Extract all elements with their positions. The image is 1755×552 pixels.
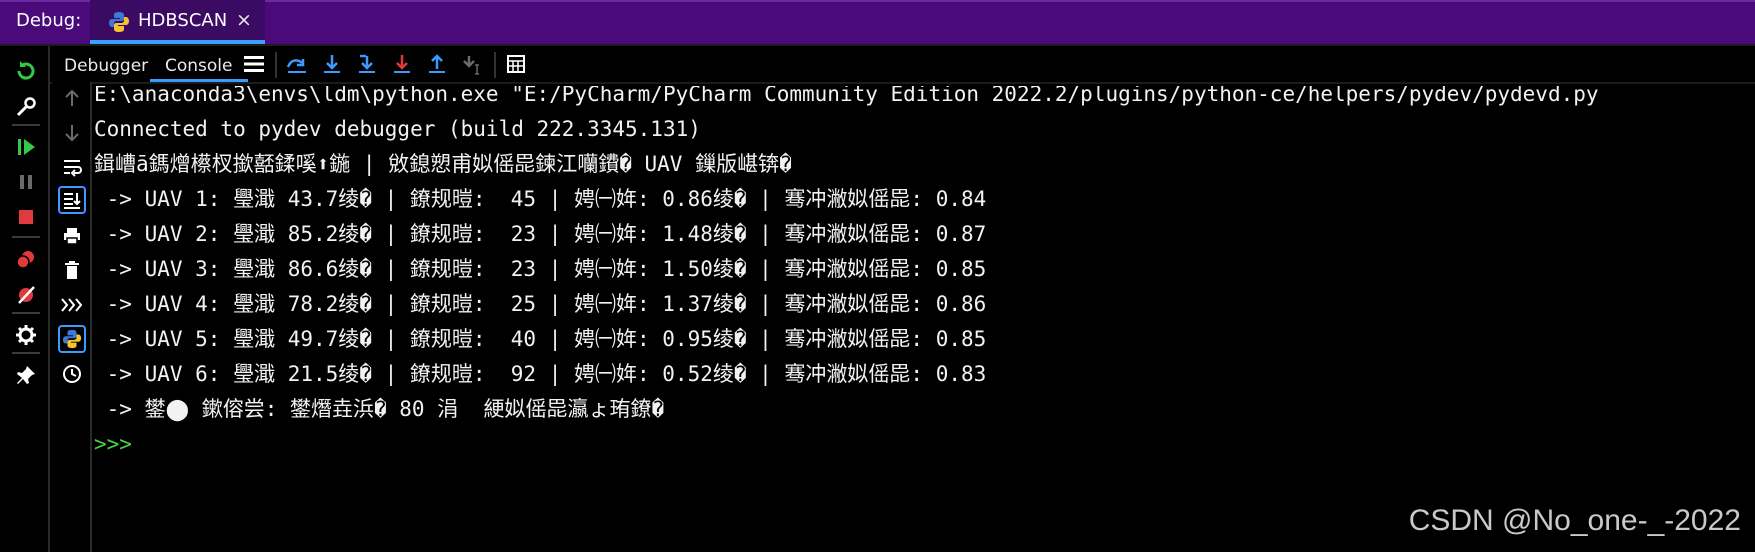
stop-icon[interactable] <box>13 204 39 230</box>
pause-icon[interactable] <box>13 169 39 195</box>
mute-breakpoints-icon[interactable] <box>13 282 39 308</box>
run-to-cursor-icon[interactable] <box>459 51 485 77</box>
python-console-icon[interactable] <box>58 325 86 353</box>
menu-icon[interactable] <box>241 51 267 77</box>
view-breakpoints-icon[interactable] <box>13 246 39 272</box>
console-line-uav-5: -> UAV 5: 璺濈 49.7绫� | 鐐规暟: 40 | 娉㈠姩: 0.9… <box>94 327 987 351</box>
tab-debugger[interactable]: Debugger <box>64 46 148 82</box>
console-line-uav-1: -> UAV 1: 璺濈 43.7绫� | 鐐规暟: 45 | 娉㈠姩: 0.8… <box>94 187 987 211</box>
console-output[interactable]: E:\anaconda3\envs\ldm\python.exe "E:/PyC… <box>94 86 1755 552</box>
console-line-uav-4: -> UAV 4: 璺濈 78.2绫� | 鐐规暟: 25 | 娉㈠姩: 1.3… <box>94 292 987 316</box>
console-line-command: E:\anaconda3\envs\ldm\python.exe "E:/PyC… <box>94 86 1599 106</box>
show-execution-point-icon[interactable] <box>284 51 310 77</box>
rerun-icon[interactable] <box>13 58 39 84</box>
step-over-icon[interactable] <box>319 51 345 77</box>
evaluate-expression-icon[interactable] <box>503 51 529 77</box>
history-clock-icon[interactable] <box>58 360 86 388</box>
up-arrow-icon[interactable] <box>58 84 86 112</box>
csdn-watermark: CSDN @No_one-_-2022 <box>1408 504 1741 537</box>
trash-icon[interactable] <box>58 256 86 284</box>
close-icon[interactable]: × <box>236 9 252 31</box>
toolbar-separator <box>12 124 40 126</box>
toolbar-separator <box>494 52 496 78</box>
debug-titlebar: Debug: HDBSCAN × <box>0 0 1755 44</box>
gear-icon[interactable] <box>13 322 39 348</box>
soft-wrap-icon[interactable] <box>58 153 86 181</box>
wrench-icon[interactable] <box>13 94 39 120</box>
console-line-uav-6: -> UAV 6: 璺濈 21.5绫� | 鐐规暟: 92 | 娉㈠姩: 0.5… <box>94 362 987 386</box>
console-line-noise: -> 鐢⬤ 鏉傛尝: 鐢熸垚浜� 80 涓 綆姒傜巼瀛ょ珛鐐� <box>94 397 665 421</box>
toolbar-separator <box>12 312 40 314</box>
debug-tabs-row: Debugger Console <box>50 46 1755 84</box>
step-into-my-code-icon[interactable] <box>354 51 380 77</box>
pin-icon[interactable] <box>13 362 39 388</box>
toolbar-separator <box>12 352 40 354</box>
console-prompt[interactable]: >>> <box>94 425 132 463</box>
console-line-summary: 鍓嶆ā鎷熷櫒杈撳嚭鍒嗘⬆鍦 | 敓鎴愬甫姒傜巼鍊江囒鐨� UAV 鏁版嵁锛� <box>94 152 792 176</box>
resume-icon[interactable] <box>13 134 39 160</box>
step-out-icon[interactable] <box>424 51 450 77</box>
python-icon <box>109 12 129 32</box>
run-tab-hdbscan[interactable]: HDBSCAN × <box>90 0 265 44</box>
down-arrow-icon[interactable] <box>58 119 86 147</box>
console-line-connected: Connected to pydev debugger (build 222.3… <box>94 117 701 141</box>
debug-label: Debug: <box>16 10 82 31</box>
console-line-uav-3: -> UAV 3: 璺濈 86.6绫� | 鐐规暟: 23 | 娉㈠姩: 1.5… <box>94 257 987 281</box>
toolbar-separator <box>12 236 40 238</box>
tab-console[interactable]: Console <box>150 46 247 82</box>
toolbar-separator <box>275 52 277 78</box>
run-tab-label: HDBSCAN <box>138 10 228 31</box>
debug-left-toolbar <box>0 46 50 552</box>
force-step-into-icon[interactable] <box>389 51 415 77</box>
print-icon[interactable] <box>58 222 86 250</box>
console-line-uav-2: -> UAV 2: 璺濈 85.2绫� | 鐐规暟: 23 | 娉㈠姩: 1.4… <box>94 222 987 246</box>
show-commands-icon[interactable] <box>58 291 86 319</box>
console-side-toolbar <box>52 82 92 552</box>
scroll-to-end-icon[interactable] <box>58 186 86 214</box>
